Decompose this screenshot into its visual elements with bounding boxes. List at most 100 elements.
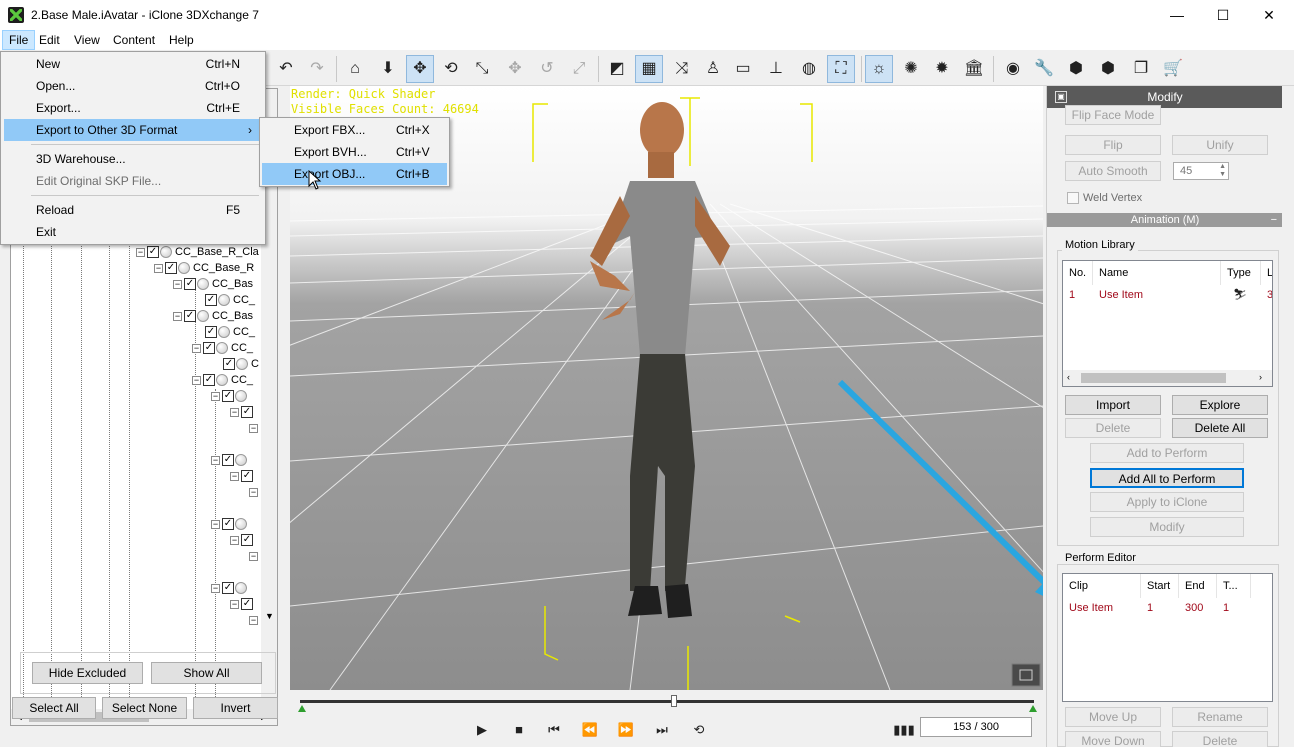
move-down-icon[interactable]: ⬇ <box>374 55 402 83</box>
checkbox[interactable]: ✓ <box>147 246 159 259</box>
list-horizontal-scrollbar[interactable]: ‹ › <box>1063 370 1272 386</box>
checkbox[interactable]: ✓ <box>205 294 217 307</box>
panel-scrollbar[interactable] <box>1282 86 1294 747</box>
move-down-button[interactable]: Move Down <box>1065 731 1161 747</box>
menu-item-export-other-format[interactable]: Export to Other 3D Format › <box>4 119 262 141</box>
menu-item-export-bvh[interactable]: Export BVH... Ctrl+V <box>262 141 447 163</box>
cube-gear-icon[interactable]: ⬢ <box>1062 55 1090 83</box>
column-no[interactable]: No. <box>1063 261 1093 285</box>
tree-node[interactable]: − ✓ <box>211 452 250 468</box>
tree-node[interactable]: − ✓ CC_Bas <box>173 276 253 292</box>
menu-item-export-fbx[interactable]: Export FBX... Ctrl+X <box>262 119 447 141</box>
scroll-thumb[interactable] <box>1081 373 1226 383</box>
minimize-button[interactable]: — <box>1154 0 1200 30</box>
column-name[interactable]: Name <box>1093 261 1221 285</box>
tree-node[interactable]: − ✓ CC_ <box>192 372 253 388</box>
apply-to-iclone-button[interactable]: Apply to iClone <box>1090 492 1244 512</box>
checkbox[interactable]: ✓ <box>222 518 234 531</box>
menu-content[interactable]: Content <box>107 30 161 50</box>
add-all-to-perform-button[interactable]: Add All to Perform <box>1090 468 1244 488</box>
list-item-name[interactable]: Use Item <box>1093 286 1221 304</box>
tree-node[interactable]: − ✓ CC_Base_R_Cla <box>136 244 259 260</box>
modify-motion-button[interactable]: Modify <box>1090 517 1244 537</box>
explore-button[interactable]: Explore <box>1172 395 1268 415</box>
undo-icon[interactable]: ↶ <box>272 55 300 83</box>
wireframe-icon[interactable]: ◩ <box>603 55 631 83</box>
grid-icon[interactable]: ▦ <box>635 55 663 83</box>
menu-item-edit-skp[interactable]: Edit Original SKP File... <box>4 170 262 192</box>
collapse-icon[interactable]: − <box>230 535 239 545</box>
tree-node[interactable]: − ✓ <box>211 516 250 532</box>
rotate-icon[interactable]: ⟲ <box>437 55 465 83</box>
tree-node[interactable]: − <box>249 548 260 564</box>
tree-node[interactable]: ✓ CC_ <box>205 292 255 308</box>
next-frame-icon[interactable]: ⏩ <box>614 720 638 740</box>
collapse-icon[interactable]: − <box>211 455 220 465</box>
perform-editor-list[interactable]: Clip Start End T... Use Item 1 300 1 <box>1062 573 1273 702</box>
checkbox[interactable]: ✓ <box>184 278 196 291</box>
checkbox[interactable]: ✓ <box>165 262 177 275</box>
spot-icon[interactable]: ✺ <box>897 55 925 83</box>
select-all-button[interactable]: Select All <box>12 697 96 719</box>
clip-t[interactable]: 1 <box>1217 599 1251 617</box>
tree-node[interactable]: − ✓ <box>230 596 254 612</box>
maximize-button[interactable]: ☐ <box>1200 0 1246 30</box>
motion-library-list[interactable]: No. Name Type L 1 Use Item ⛷ 3 ‹ › <box>1062 260 1273 387</box>
timeline-scrubber[interactable] <box>671 695 678 707</box>
stop-icon[interactable]: ■ <box>507 720 531 740</box>
collapse-icon[interactable]: − <box>173 311 182 321</box>
sun-icon[interactable]: ☼ <box>865 55 893 83</box>
delete-clip-button[interactable]: Delete <box>1172 731 1268 747</box>
redo-icon[interactable]: ↷ <box>303 55 331 83</box>
frame-icon[interactable]: ⛶ <box>827 55 855 83</box>
collapse-panel-icon[interactable]: ▣ <box>1055 91 1067 103</box>
collapse-icon[interactable]: − <box>211 519 220 529</box>
column-t[interactable]: T... <box>1217 574 1251 598</box>
list-item-length[interactable]: 3 <box>1261 286 1272 304</box>
home-icon[interactable]: ⌂ <box>341 55 369 83</box>
tree-node[interactable]: ✓ C <box>223 356 259 372</box>
rename-button[interactable]: Rename <box>1172 707 1268 727</box>
checkbox[interactable]: ✓ <box>241 598 253 611</box>
tree-node[interactable]: − ✓ <box>230 532 254 548</box>
collapse-icon[interactable]: − <box>211 583 220 593</box>
fps-meter-icon[interactable]: ▮▮▮ <box>892 720 916 740</box>
menu-item-export[interactable]: Export... Ctrl+E <box>4 97 262 119</box>
tree-node[interactable]: − ✓ <box>230 468 254 484</box>
move-up-button[interactable]: Move Up <box>1065 707 1161 727</box>
import-button[interactable]: Import <box>1065 395 1161 415</box>
museum-icon[interactable]: 🏛 <box>960 55 988 83</box>
list-item-no[interactable]: 1 <box>1063 286 1093 304</box>
start-marker-icon[interactable] <box>298 705 306 712</box>
view-toggle-icon[interactable] <box>1011 663 1041 687</box>
wrench-icon[interactable]: 🔧 <box>1030 55 1058 83</box>
menu-file[interactable]: File <box>2 30 36 50</box>
menu-view[interactable]: View <box>68 30 106 50</box>
tree-node[interactable]: − ✓ <box>211 580 250 596</box>
collapse-icon[interactable]: − <box>249 551 258 561</box>
delete-button[interactable]: Delete <box>1065 418 1161 438</box>
scroll-right-icon[interactable]: › <box>1259 372 1262 382</box>
unify-button[interactable]: Unify <box>1172 135 1268 155</box>
weld-vertex-checkbox[interactable] <box>1067 192 1079 204</box>
menu-item-export-obj[interactable]: Export OBJ... Ctrl+B <box>262 163 447 185</box>
tree-node[interactable]: − ✓ CC_Base_R <box>154 260 254 276</box>
go-to-start-icon[interactable]: ⏮ <box>542 720 566 740</box>
collapse-icon[interactable]: − <box>192 375 201 385</box>
close-button[interactable]: ✕ <box>1246 0 1292 30</box>
cube-export-icon[interactable]: ⬢ <box>1094 55 1122 83</box>
reset-icon[interactable]: ↺ <box>533 55 561 83</box>
collapse-icon[interactable]: − <box>154 263 163 273</box>
collapse-icon[interactable]: − <box>1271 213 1277 227</box>
delete-all-button[interactable]: Delete All <box>1172 418 1268 438</box>
column-type[interactable]: Type <box>1221 261 1261 285</box>
select-none-button[interactable]: Select None <box>102 697 187 719</box>
cart-icon[interactable]: 🛒 <box>1159 55 1187 83</box>
checkbox[interactable]: ✓ <box>222 390 234 403</box>
column-end[interactable]: End <box>1179 574 1217 598</box>
collapse-icon[interactable]: − <box>173 279 182 289</box>
tree-node[interactable]: − ✓ CC_Bas <box>173 308 253 324</box>
menu-item-new[interactable]: New Ctrl+N <box>4 53 262 75</box>
checkbox[interactable]: ✓ <box>222 454 234 467</box>
collapse-icon[interactable]: − <box>136 247 145 257</box>
